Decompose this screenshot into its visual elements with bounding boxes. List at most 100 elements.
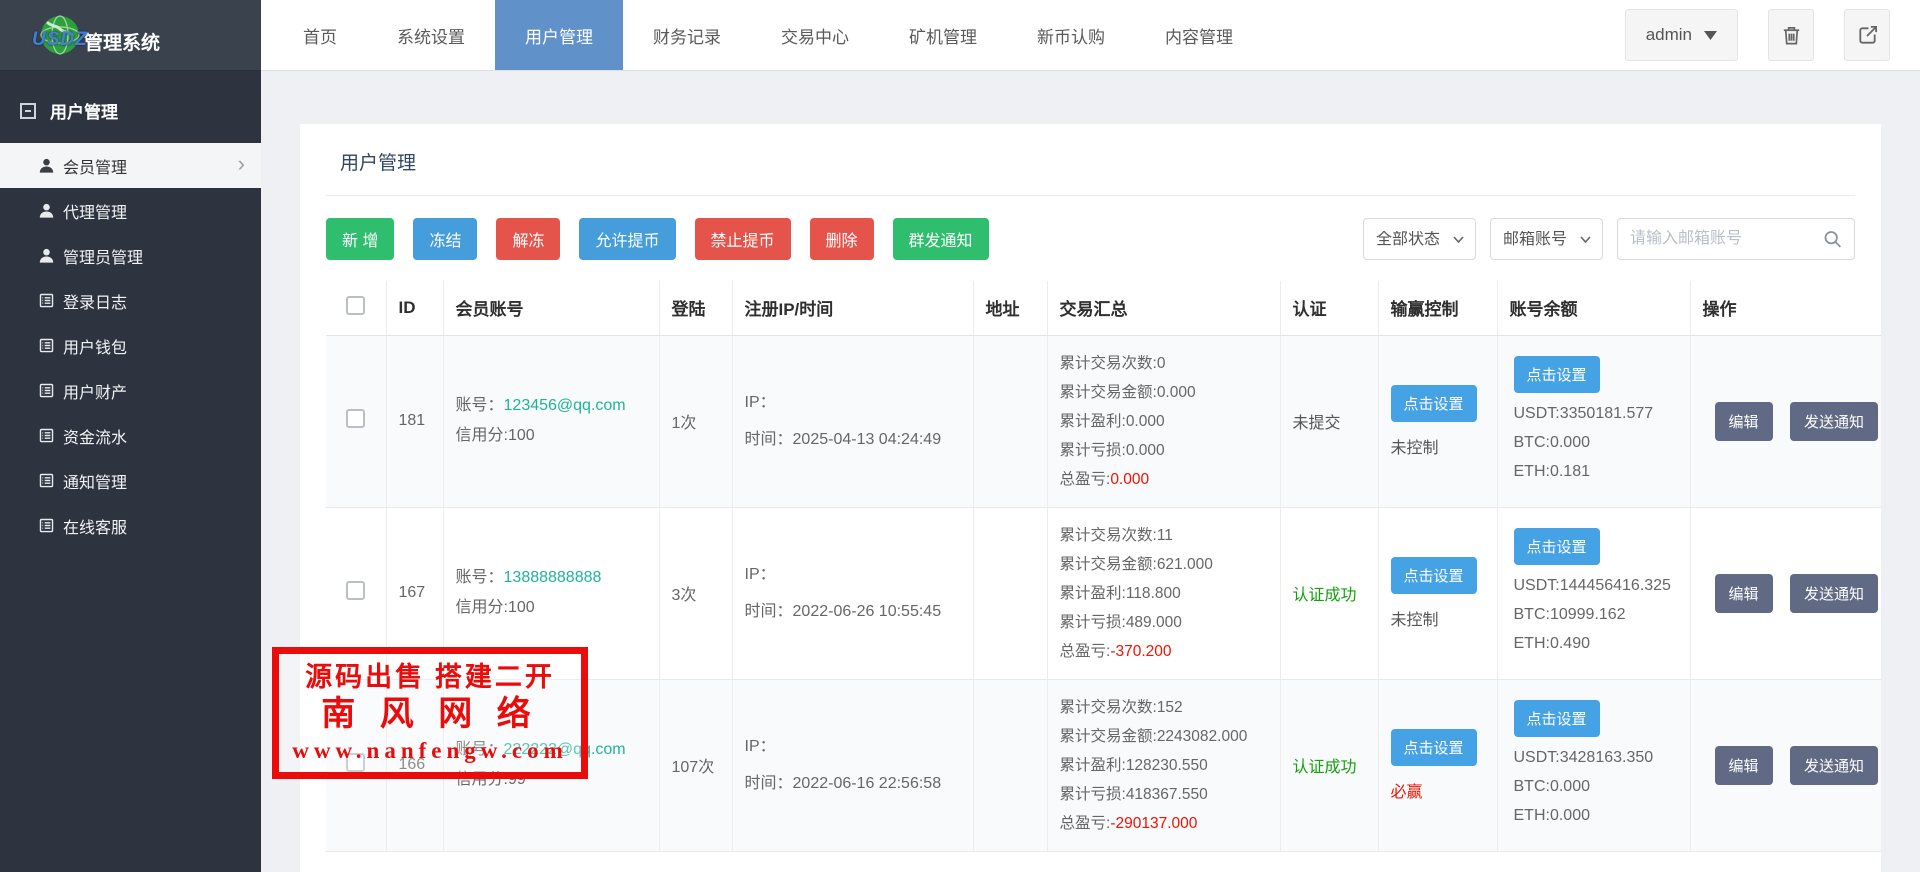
status-select[interactable]: 全部状态: [1363, 218, 1476, 260]
column-header: 注册IP/时间: [732, 281, 973, 335]
status-select-wrap: 全部状态: [1363, 218, 1476, 260]
chevron-right-icon: ›: [238, 153, 245, 175]
control-status: 必赢: [1391, 778, 1497, 802]
top-nav-item[interactable]: 交易中心: [751, 0, 879, 70]
sidebar-section-header[interactable]: 用户管理: [0, 98, 261, 143]
send-notice-button[interactable]: 发送通知: [1790, 574, 1878, 613]
top-nav: 首页系统设置用户管理财务记录交易中心矿机管理新币认购内容管理: [273, 0, 1263, 70]
top-nav-item[interactable]: 内容管理: [1135, 0, 1263, 70]
net-profit-value: -370.200: [1110, 643, 1171, 660]
sidebar-item-label: 代理管理: [63, 199, 127, 223]
divider: [326, 195, 1855, 196]
search-input[interactable]: [1617, 218, 1855, 260]
toolbar-button[interactable]: 禁止提币: [695, 218, 791, 260]
top-nav-item[interactable]: 系统设置: [367, 0, 495, 70]
page-title: 用户管理: [300, 124, 1881, 195]
cell-balance: 点击设置 USDT:144456416.325 BTC:10999.162 ET…: [1497, 507, 1690, 679]
control-set-button[interactable]: 点击设置: [1391, 729, 1477, 766]
btc-balance: BTC:0.000: [1514, 428, 1690, 457]
brand-block: USDZ 管理系统: [0, 0, 261, 70]
list-icon: [38, 382, 55, 399]
column-header: 输赢控制: [1378, 281, 1497, 335]
caret-down-icon: [1704, 31, 1717, 40]
user-menu-button[interactable]: admin: [1625, 9, 1738, 61]
cell-ip-time: IP： 时间：2022-06-16 22:56:58: [732, 679, 973, 851]
toolbar-button[interactable]: 冻结: [413, 218, 477, 260]
logo-text: USDZ: [32, 29, 88, 51]
cell-balance: 点击设置 USDT:3350181.577 BTC:0.000 ETH:0.18…: [1497, 335, 1690, 507]
cell-address: [973, 507, 1047, 679]
top-nav-item[interactable]: 新币认购: [1007, 0, 1135, 70]
register-time: 2022-06-16 22:56:58: [793, 775, 942, 792]
top-nav-item[interactable]: 首页: [273, 0, 367, 70]
edit-button[interactable]: 编辑: [1715, 746, 1773, 785]
balance-set-button[interactable]: 点击设置: [1514, 700, 1600, 737]
sidebar-item[interactable]: 资金流水: [0, 413, 261, 458]
control-set-button[interactable]: 点击设置: [1391, 557, 1477, 594]
top-nav-item[interactable]: 矿机管理: [879, 0, 1007, 70]
row-checkbox[interactable]: [346, 409, 365, 428]
top-navbar: USDZ 管理系统 首页系统设置用户管理财务记录交易中心矿机管理新币认购内容管理…: [0, 0, 1920, 70]
toolbar: 新 增冻结解冻允许提币禁止提币删除群发通知 全部状态: [326, 218, 1855, 260]
toolbar-button[interactable]: 新 增: [326, 218, 394, 260]
search-icon[interactable]: [1822, 229, 1843, 250]
sidebar-item[interactable]: 管理员管理: [0, 233, 261, 278]
net-profit-value: 0.000: [1110, 471, 1149, 488]
cell-logins: 3次: [659, 507, 732, 679]
column-header: 操作: [1690, 281, 1881, 335]
toolbar-button[interactable]: 群发通知: [893, 218, 989, 260]
sidebar-item-label: 登录日志: [63, 289, 127, 313]
btc-balance: BTC:10999.162: [1514, 600, 1690, 629]
top-nav-item[interactable]: 财务记录: [623, 0, 751, 70]
send-notice-button[interactable]: 发送通知: [1790, 746, 1878, 785]
list-icon: [38, 517, 55, 534]
cell-id: 181: [386, 335, 443, 507]
sidebar-item[interactable]: 会员管理›: [0, 143, 261, 188]
toolbar-button[interactable]: 允许提币: [579, 218, 675, 260]
list-icon: [38, 337, 55, 354]
account-link[interactable]: 123456@qq.com: [504, 397, 626, 414]
cell-win-control: 点击设置 未控制: [1378, 335, 1497, 507]
usdt-balance: USDT:144456416.325: [1514, 571, 1690, 600]
vendor-watermark: 源码出售 搭建二开 南 风 网 络 www.nanfengw.com: [272, 647, 588, 779]
register-time: 2022-06-26 10:55:45: [793, 603, 942, 620]
sidebar-item-label: 管理员管理: [63, 244, 143, 268]
control-set-button[interactable]: 点击设置: [1391, 385, 1477, 422]
edit-button[interactable]: 编辑: [1715, 402, 1773, 441]
sidebar-item[interactable]: 代理管理: [0, 188, 261, 233]
user-icon: [38, 157, 55, 174]
edit-button[interactable]: 编辑: [1715, 574, 1773, 613]
cell-trade-summary: 累计交易次数:0 累计交易金额:0.000 累计盈利:0.000 累计亏损:0.…: [1047, 335, 1280, 507]
logout-button[interactable]: [1844, 9, 1890, 61]
select-all-checkbox[interactable]: [346, 296, 365, 315]
sidebar-item[interactable]: 用户财产: [0, 368, 261, 413]
field-select-wrap: 邮箱账号: [1490, 218, 1603, 260]
trash-button[interactable]: [1768, 9, 1814, 61]
net-profit-value: -290137.000: [1110, 815, 1197, 832]
account-link[interactable]: 13888888888: [504, 569, 602, 586]
usdt-balance: USDT:3350181.577: [1514, 399, 1690, 428]
usdt-balance: USDT:3428163.350: [1514, 743, 1690, 772]
balance-set-button[interactable]: 点击设置: [1514, 356, 1600, 393]
sidebar-item[interactable]: 通知管理: [0, 458, 261, 503]
auth-status: 认证成功: [1293, 759, 1357, 776]
sidebar-item-label: 通知管理: [63, 469, 127, 493]
balance-set-button[interactable]: 点击设置: [1514, 528, 1600, 565]
sidebar-item[interactable]: 用户钱包: [0, 323, 261, 368]
cell-ip-time: IP： 时间：2025-04-13 04:24:49: [732, 335, 973, 507]
logo: USDZ 管理系统: [38, 13, 160, 57]
column-header: 认证: [1280, 281, 1378, 335]
toolbar-button[interactable]: 解冻: [496, 218, 560, 260]
list-icon: [38, 292, 55, 309]
toolbar-button[interactable]: 删除: [810, 218, 874, 260]
send-notice-button[interactable]: 发送通知: [1790, 402, 1878, 441]
sidebar-item-label: 用户财产: [63, 379, 127, 403]
trash-icon: [1780, 24, 1803, 47]
row-checkbox[interactable]: [346, 581, 365, 600]
sidebar-item[interactable]: 在线客服: [0, 503, 261, 548]
sidebar-item[interactable]: 登录日志: [0, 278, 261, 323]
top-nav-item[interactable]: 用户管理: [495, 0, 623, 70]
eth-balance: ETH:0.490: [1514, 629, 1690, 658]
field-select[interactable]: 邮箱账号: [1490, 218, 1603, 260]
watermark-line: www.nanfengw.com: [279, 736, 581, 766]
